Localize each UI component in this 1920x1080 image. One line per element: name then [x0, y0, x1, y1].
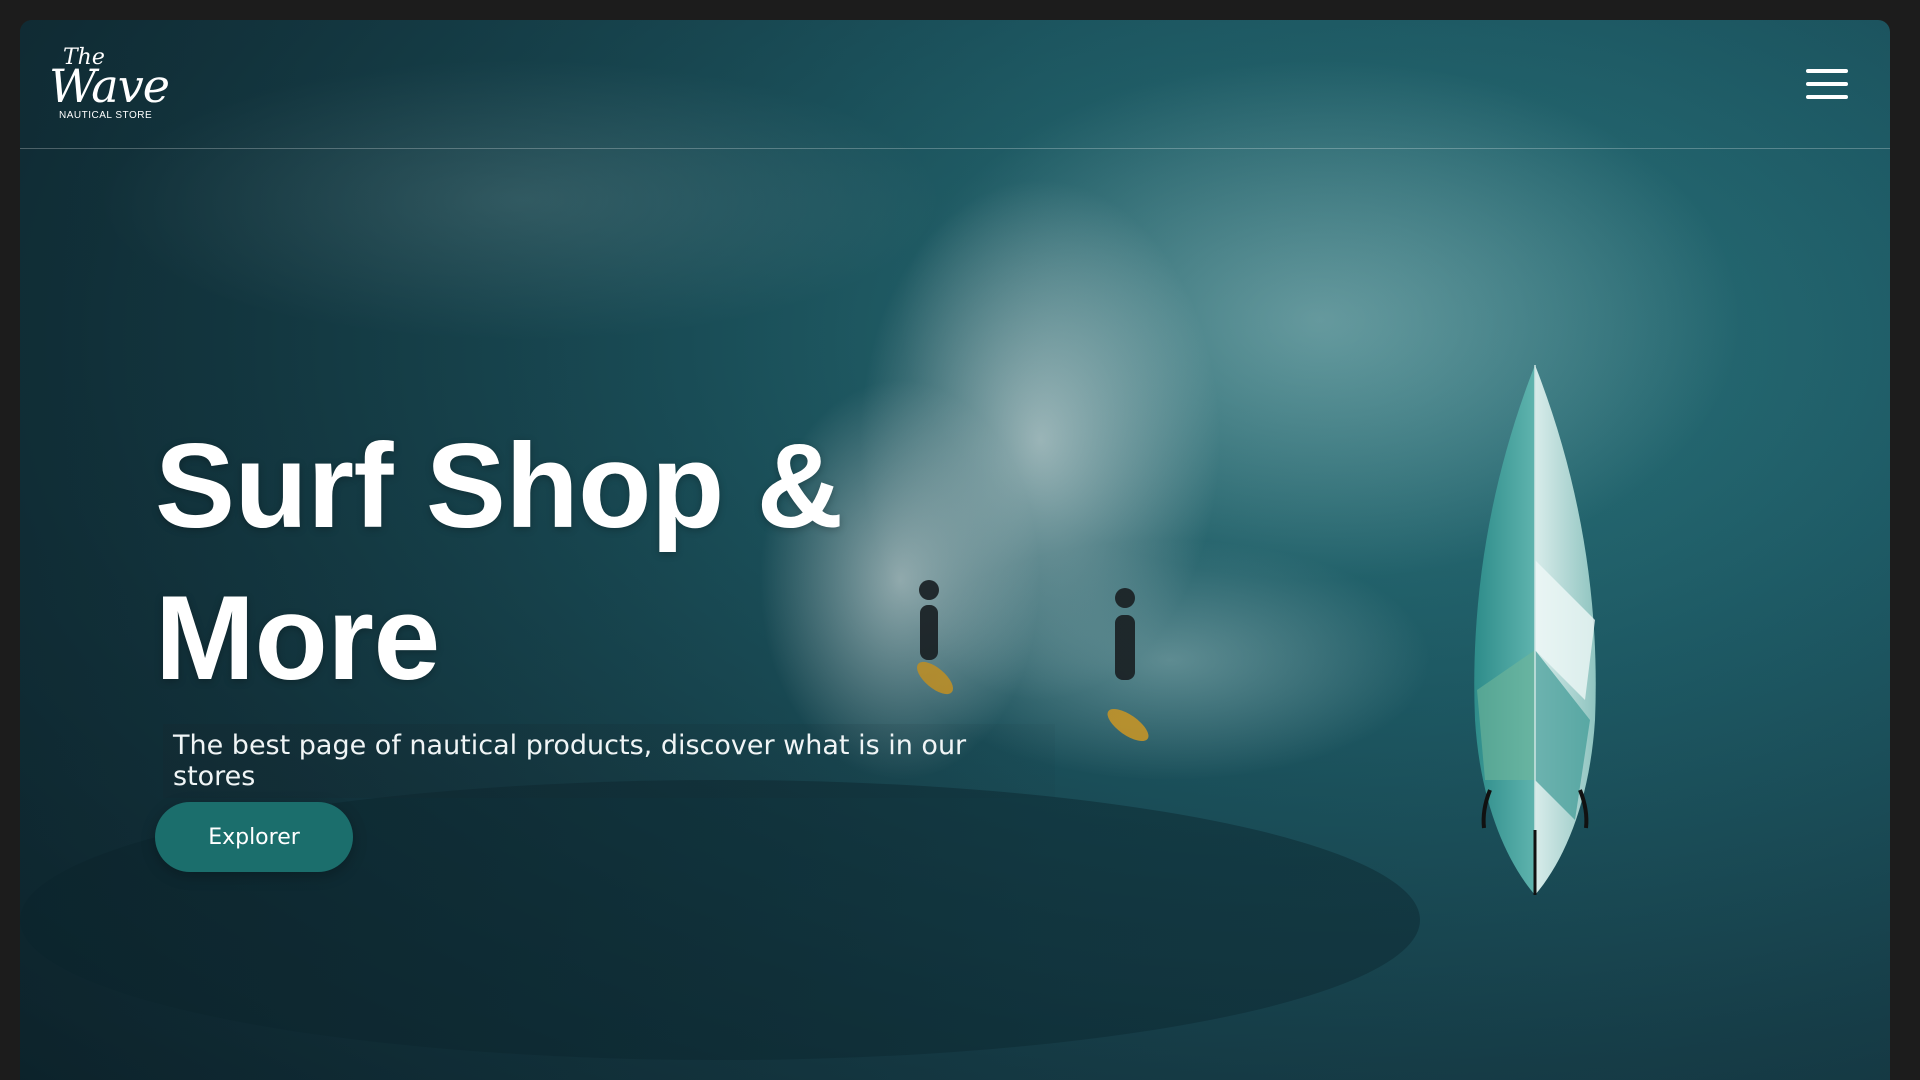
surfboard-illustration	[1474, 365, 1596, 895]
hero-content: Surf Shop & More The best page of nautic…	[155, 410, 1055, 798]
logo-word-wave: Wave	[49, 59, 170, 113]
logo-tagline: NAUTICAL STORE	[59, 110, 153, 121]
hero-title: Surf Shop & More	[155, 410, 1055, 714]
hero-title-line2: More	[155, 571, 440, 705]
hero-title-line1: Surf Shop &	[155, 419, 843, 553]
menu-bar	[1806, 69, 1848, 73]
hero-subtitle: The best page of nautical products, disc…	[163, 724, 1055, 798]
site-logo[interactable]: The Wave NAUTICAL STORE	[49, 47, 170, 121]
menu-bar	[1806, 95, 1848, 99]
hero-section: The Wave NAUTICAL STORE Surf Shop & More…	[20, 20, 1890, 1080]
menu-bar	[1806, 82, 1848, 86]
site-header: The Wave NAUTICAL STORE	[20, 20, 1890, 149]
hamburger-menu-icon[interactable]	[1805, 64, 1849, 104]
explorer-button[interactable]: Explorer	[155, 802, 353, 872]
